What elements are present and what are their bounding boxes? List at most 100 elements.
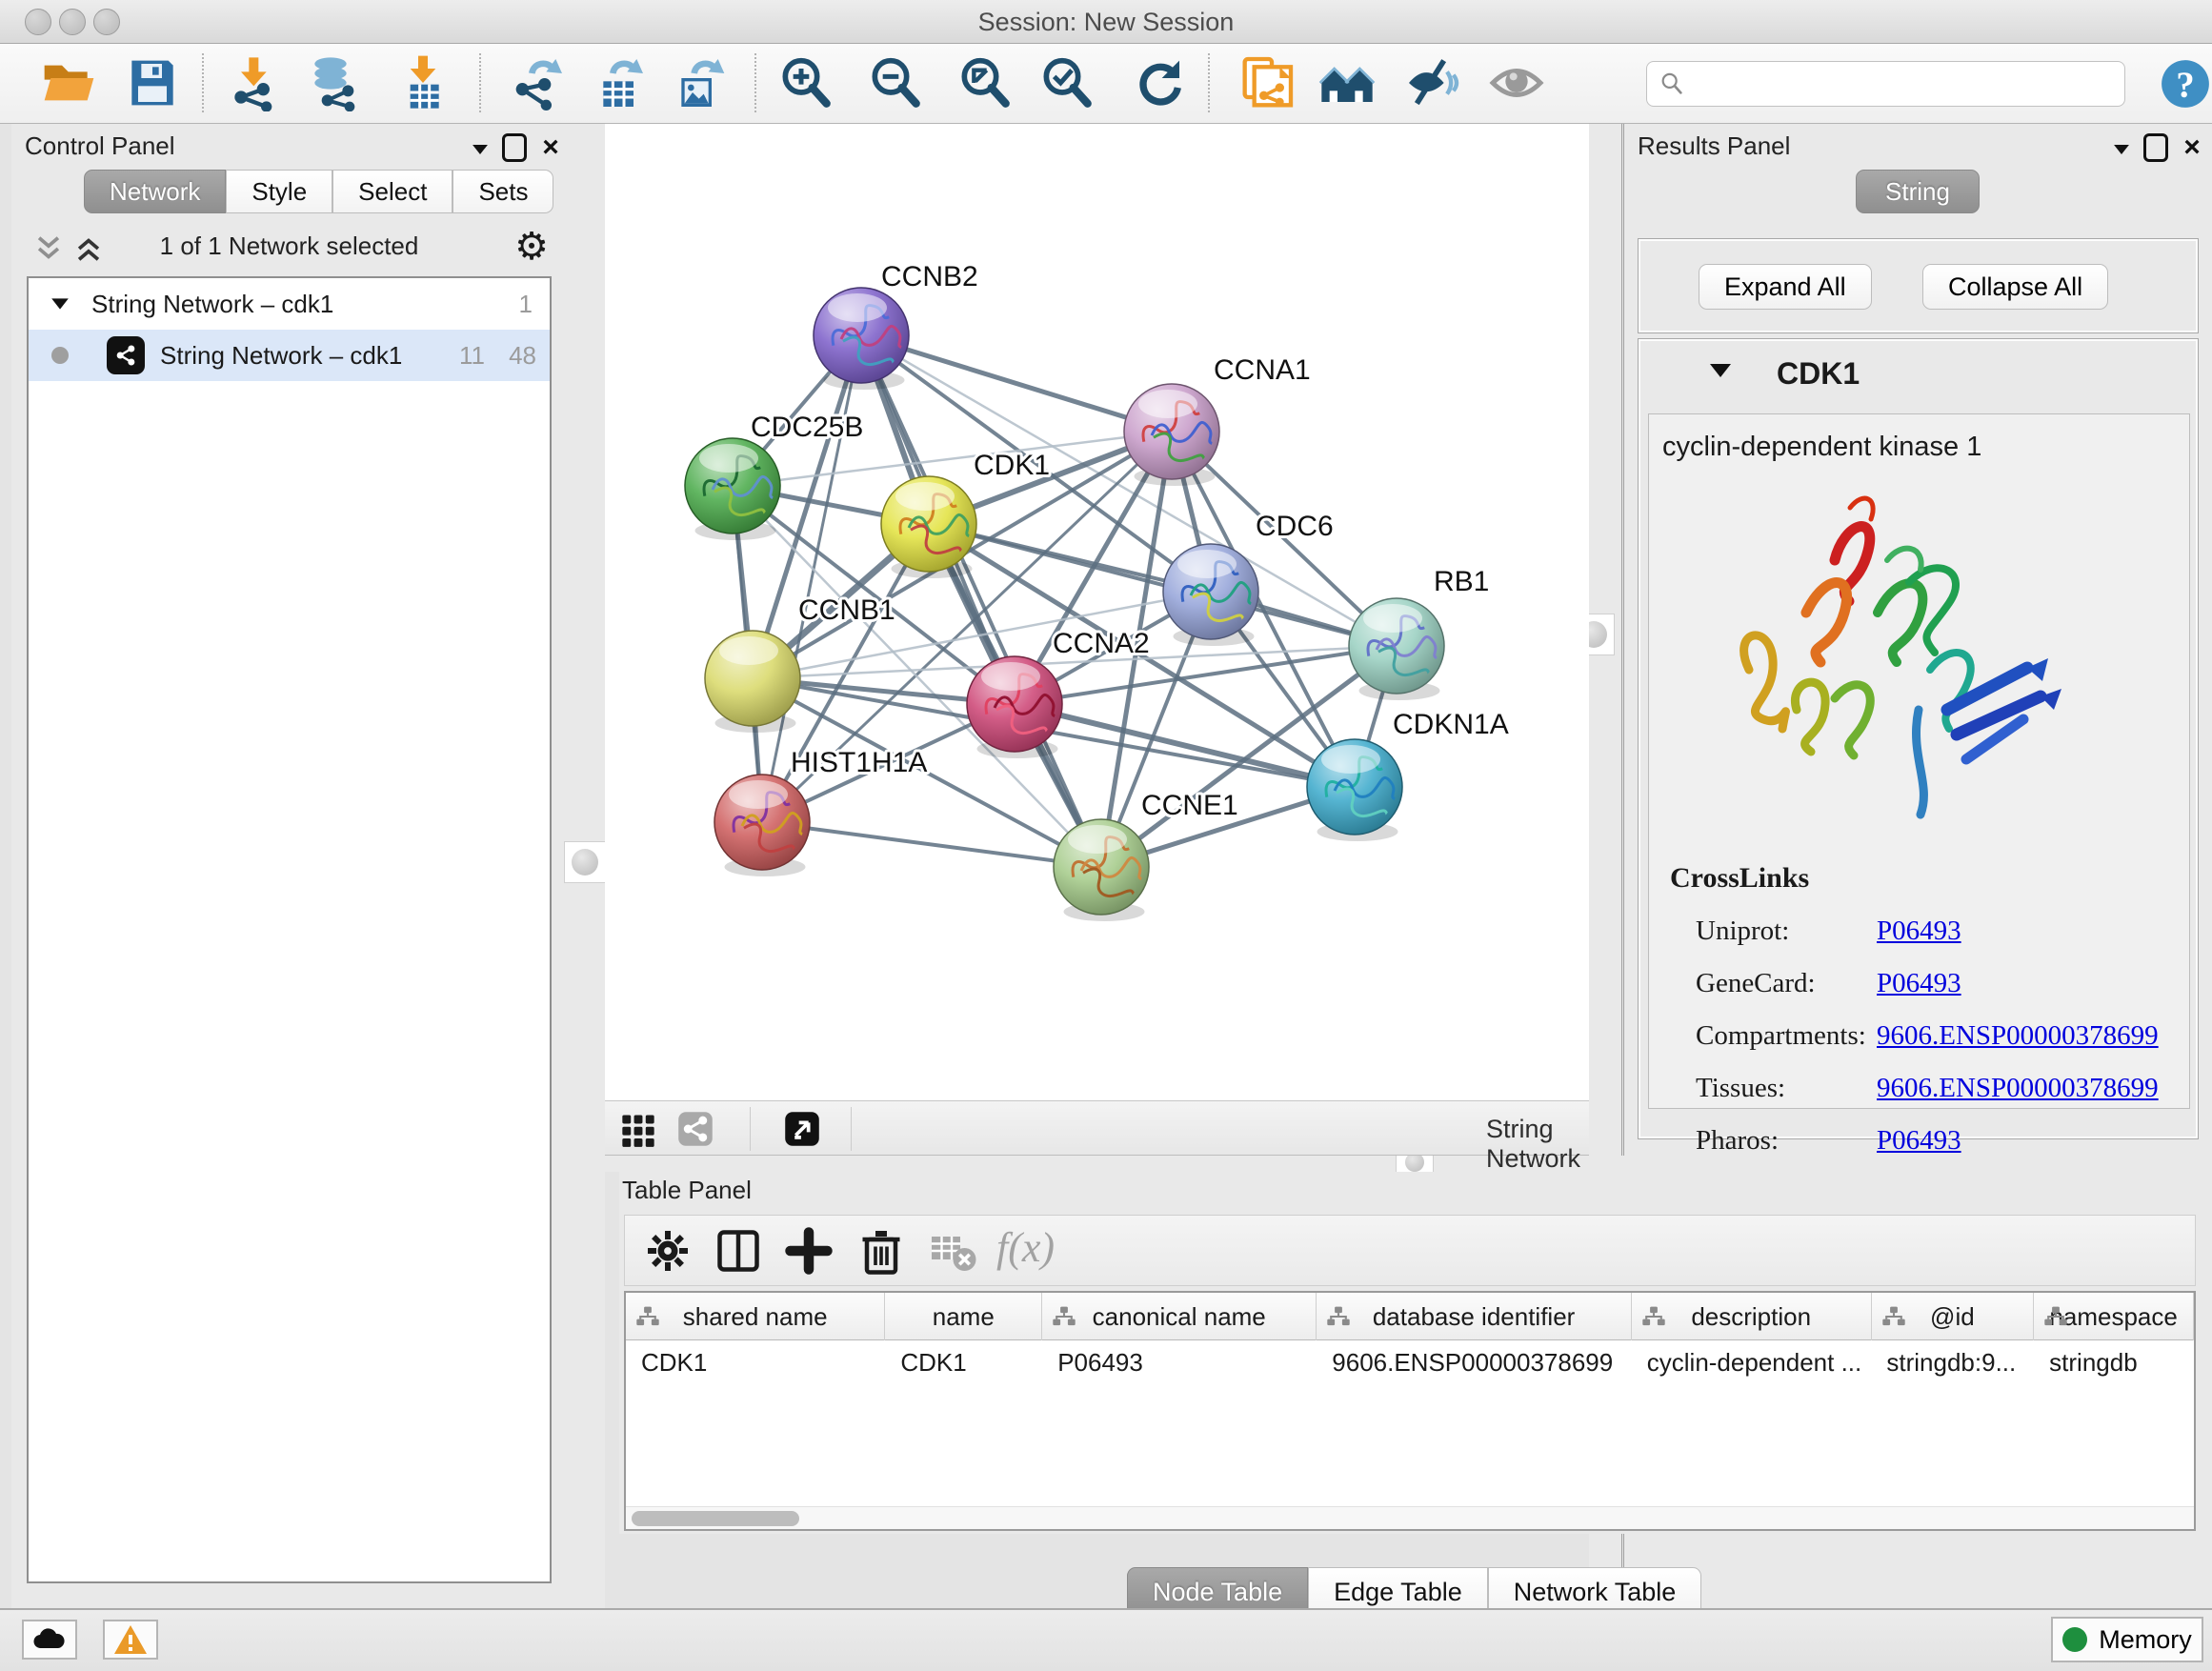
control-panel-tab[interactable]: Select — [332, 170, 452, 213]
warning-status-button[interactable] — [103, 1620, 158, 1660]
table-cell[interactable]: stringdb — [2034, 1340, 2194, 1388]
graph-node-label: HIST1H1A — [791, 747, 927, 778]
node-result-body: cyclin-dependent kinase 1 — [1648, 413, 2190, 1109]
entry-collapse-icon[interactable] — [1710, 364, 1731, 377]
results-panel-menu-button[interactable] — [2107, 135, 2136, 160]
column-header[interactable]: @id — [1872, 1293, 2035, 1340]
graph-node-label: CDC25B — [751, 412, 863, 443]
export-table-button[interactable] — [591, 54, 648, 111]
open-session-button[interactable] — [38, 54, 95, 111]
left-splitter-handle[interactable] — [564, 841, 606, 883]
network-list: String Network – cdk1 1 String Network –… — [27, 276, 552, 1583]
birdseye-view-button[interactable] — [782, 1110, 822, 1148]
zoom-fit-button[interactable] — [956, 54, 1014, 111]
expand-all-button[interactable]: Expand All — [1699, 264, 1872, 310]
memory-button[interactable]: Memory — [2051, 1617, 2203, 1662]
network-column-icon — [635, 1304, 660, 1329]
results-panel-title: Results Panel — [1638, 131, 1790, 161]
hide-glass-button[interactable] — [1404, 54, 1461, 111]
table-cell[interactable]: 9606.ENSP00000378699 — [1317, 1340, 1631, 1388]
grid-view-button[interactable] — [618, 1110, 658, 1148]
delete-table-button[interactable] — [926, 1225, 977, 1277]
zoom-selected-button[interactable] — [1038, 54, 1096, 111]
column-header[interactable]: canonical name — [1042, 1293, 1317, 1340]
table-cell[interactable]: CDK1 — [626, 1340, 885, 1388]
crosslink-value-link[interactable]: 9606.ENSP00000378699 — [1877, 1073, 2159, 1104]
network-share-view-button[interactable] — [675, 1110, 715, 1148]
control-panel-tab[interactable]: Style — [226, 170, 332, 213]
add-column-button[interactable] — [783, 1225, 835, 1277]
column-header[interactable]: name — [885, 1293, 1042, 1340]
open-in-new-icon — [782, 1110, 822, 1148]
crosslink-value-link[interactable]: P06493 — [1877, 968, 1961, 999]
network-row[interactable]: String Network – cdk1 11 48 — [29, 330, 550, 381]
string-home-button[interactable] — [1318, 54, 1376, 111]
table-options-gear-button[interactable] — [642, 1225, 694, 1277]
control-panel-menu-button[interactable] — [466, 135, 494, 160]
toolbar-separator — [754, 53, 756, 112]
crosslink-value-link[interactable]: P06493 — [1877, 916, 1961, 947]
table-row[interactable]: CDK1CDK1P064939606.ENSP00000378699cyclin… — [626, 1340, 2194, 1388]
show-columns-button[interactable] — [713, 1225, 764, 1277]
control-panel-tab[interactable]: Sets — [452, 170, 553, 213]
import-network-database-button[interactable] — [307, 54, 364, 111]
node-table[interactable]: shared name name canonical name database… — [624, 1291, 2196, 1531]
control-panel-float-button[interactable] — [502, 133, 527, 162]
control-panel-tabs: NetworkStyleSelectSets — [84, 170, 553, 213]
column-header[interactable]: namespace — [2034, 1293, 2194, 1340]
column-header[interactable]: database identifier — [1317, 1293, 1632, 1340]
search-input[interactable] — [1693, 70, 2113, 98]
export-image-button[interactable] — [669, 54, 726, 111]
crosslink-row: GeneCard: P06493 — [1649, 960, 2189, 1013]
function-builder-button[interactable]: f(x) — [996, 1223, 1055, 1272]
scrollbar-thumb[interactable] — [632, 1511, 799, 1526]
import-network-file-button[interactable] — [227, 54, 284, 111]
help-button[interactable]: ? — [2159, 57, 2212, 111]
titlebar: Session: New Session — [0, 0, 2212, 44]
column-header[interactable]: shared name — [626, 1293, 885, 1340]
cloud-status-button[interactable] — [22, 1620, 77, 1660]
network-graph[interactable]: CCNB2CCNA1CDC25BCDK1CDC6RB1CCNB1CCNA2CDK… — [605, 124, 1589, 1100]
crosslink-value-link[interactable]: P06493 — [1877, 1125, 1961, 1157]
search-field[interactable] — [1646, 61, 2125, 107]
tab-string[interactable]: String — [1856, 170, 1980, 213]
column-header[interactable]: description — [1632, 1293, 1872, 1340]
results-panel-float-button[interactable] — [2143, 133, 2168, 162]
show-glass-button[interactable] — [1488, 54, 1545, 111]
zoom-in-button[interactable] — [777, 54, 835, 111]
clone-network-button[interactable] — [1238, 54, 1296, 111]
refresh-button[interactable] — [1132, 54, 1189, 111]
network-options-gear-button[interactable]: ⚙ — [512, 227, 552, 267]
network-column-icon — [1052, 1304, 1076, 1329]
control-panel-close-button[interactable]: × — [536, 135, 565, 160]
table-cell[interactable]: stringdb:9... — [1871, 1340, 2034, 1388]
collection-expand-icon[interactable] — [51, 298, 69, 309]
graph-node-label: CCNB1 — [798, 594, 895, 626]
left-splitter[interactable] — [567, 124, 605, 1608]
network-canvas[interactable]: CCNB2CCNA1CDC25BCDK1CDC6RB1CCNB1CCNA2CDK… — [605, 124, 1589, 1100]
delete-column-button[interactable] — [855, 1225, 907, 1277]
table-cell[interactable]: P06493 — [1042, 1340, 1317, 1388]
graph-node-label: CCNB2 — [881, 261, 978, 292]
column-header-label: shared name — [683, 1302, 828, 1332]
table-cell[interactable]: CDK1 — [885, 1340, 1042, 1388]
crosslink-value-link[interactable]: 9606.ENSP00000378699 — [1877, 1020, 2159, 1052]
results-panel-close-button[interactable]: × — [2178, 135, 2206, 160]
gear-icon — [642, 1225, 694, 1277]
eye-icon — [1488, 54, 1545, 111]
import-table-button[interactable] — [394, 54, 452, 111]
graph-node-label: CDC6 — [1256, 511, 1334, 542]
crosslink-label: Tissues: — [1696, 1073, 1785, 1104]
crosslink-label: Compartments: — [1696, 1020, 1866, 1052]
table-cell[interactable]: cyclin-dependent ... — [1632, 1340, 1872, 1388]
zoom-out-button[interactable] — [867, 54, 924, 111]
import-network-icon — [227, 54, 284, 111]
crosslink-label: Uniprot: — [1696, 916, 1789, 947]
save-session-button[interactable] — [124, 54, 181, 111]
table-horizontal-scrollbar[interactable] — [626, 1506, 2194, 1529]
network-collection-row[interactable]: String Network – cdk1 1 — [29, 278, 550, 330]
collapse-all-button[interactable]: Collapse All — [1922, 264, 2108, 310]
results-actions-box: Expand All Collapse All — [1638, 238, 2199, 333]
export-network-button[interactable] — [510, 54, 567, 111]
control-panel-tab[interactable]: Network — [84, 170, 226, 213]
